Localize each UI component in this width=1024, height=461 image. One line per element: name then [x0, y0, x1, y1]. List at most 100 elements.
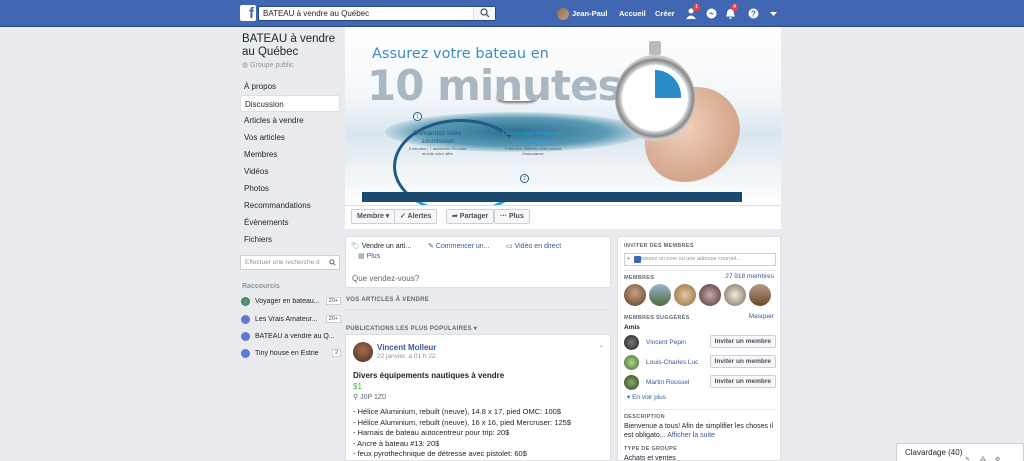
svg-text:?: ? [751, 10, 756, 19]
location-pin-icon: ⚲ [353, 394, 359, 401]
live-video-label: Vidéo en direct [514, 243, 562, 250]
invite-member-input[interactable]: + Saisissez un nom ou une adresse courri… [624, 253, 776, 266]
nav-about[interactable]: À propos [240, 78, 340, 95]
suggested-member: Vincent Pepin Inviter un membre [624, 335, 776, 352]
alerts-button[interactable]: ✓ Alertes [394, 209, 438, 224]
post-composer: 🏷 Vendre un arti... ✎ Commencer un... ▭ … [345, 236, 611, 288]
globe-icon: ◍ [242, 62, 249, 69]
avatar[interactable] [353, 342, 373, 362]
nav-videos[interactable]: Vidéos [240, 163, 340, 180]
step-one: Demandez votre soumission 5 minutes | 7 … [405, 130, 470, 156]
group-cover-photo[interactable]: Assurez votre bateau en 10 minutes 1 2 D… [345, 27, 781, 205]
description-heading: DESCRIPTION [624, 414, 665, 420]
shortcut-label: Les Vrais Amateur... [255, 316, 318, 323]
create-link[interactable]: Créer [655, 9, 675, 18]
facebook-logo-icon[interactable]: f [240, 5, 256, 21]
avatar[interactable] [624, 375, 639, 390]
stopwatch-crown [649, 41, 661, 55]
compose-icon[interactable]: ✎ [965, 456, 971, 461]
group-description: Bienvenue a tous! Afin de simplifier les… [624, 422, 776, 440]
sell-item-label: Vendre un arti... [361, 243, 412, 250]
group-type-label: Groupe public [250, 62, 294, 69]
post-author[interactable]: Vincent Molleur [377, 343, 436, 352]
search-input[interactable]: BATEAU à vendre au Québec [263, 9, 369, 18]
contacts-icon[interactable] [634, 256, 641, 263]
nav-files[interactable]: Fichiers [240, 231, 340, 248]
search-button[interactable] [473, 7, 495, 20]
share-button[interactable]: ➦ Partager [446, 209, 495, 224]
nav-discussion[interactable]: Discussion [240, 95, 340, 112]
invite-member-button[interactable]: Inviter un membre [709, 355, 776, 368]
stopwatch-image [615, 41, 695, 141]
post-line: - feux pyrothechnique de détresse avec p… [353, 449, 527, 458]
shortcut-item[interactable]: Voyager en bateau... 20+ [241, 296, 341, 310]
nav-recommendations[interactable]: Recommandations [240, 197, 340, 214]
chat-bar[interactable]: Clavardage (40) ✎ ⁂ ⚙ [896, 443, 1024, 461]
notifications-badge: 4 [731, 4, 738, 11]
member-avatar[interactable] [624, 284, 646, 306]
shortcuts-heading: Raccourcis [242, 283, 280, 290]
group-icon [241, 332, 250, 341]
home-link[interactable]: Accueil [619, 9, 646, 18]
avatar[interactable] [624, 335, 639, 350]
suggested-member-name[interactable]: Louis-Charles Luc [646, 359, 698, 366]
step-two-title: Demandez l'émission du contrat [502, 130, 564, 145]
shortcut-count: 20+ [325, 315, 341, 323]
nav-photos[interactable]: Photos [240, 180, 340, 197]
group-chat-icon[interactable]: ⁂ [980, 456, 986, 461]
show-more-link[interactable]: Afficher la suite [667, 432, 715, 439]
group-icon [241, 349, 250, 358]
see-more-label: En voir plus [632, 394, 667, 401]
members-count[interactable]: 27 918 membres [725, 273, 774, 280]
more-options-label: Plus [366, 253, 381, 260]
chevron-down-icon: ▾ [627, 394, 631, 401]
member-avatar[interactable] [724, 284, 746, 306]
see-more-link[interactable]: ▾ En voir plus [627, 393, 666, 401]
popular-posts-heading[interactable]: PUBLICATIONS LES PLUS POPULAIRES ▾ [346, 325, 477, 332]
post-line: - Harnais de bateau autocentreur pour tr… [353, 428, 510, 437]
suggested-member-name[interactable]: Martin Roussel [646, 379, 689, 386]
profile-link[interactable]: Jean-Paul [557, 0, 607, 27]
start-discussion-option[interactable]: ✎ Commencer un... [428, 242, 490, 250]
group-type-value: Achats et ventes [624, 455, 676, 461]
sell-item-option[interactable]: 🏷 Vendre un arti... [351, 242, 411, 250]
gear-icon[interactable]: ⚙ [995, 456, 1001, 461]
more-button[interactable]: ··· Plus [494, 209, 530, 224]
nav-items-for-sale[interactable]: Articles à vendre [240, 112, 340, 129]
pencil-icon: ✎ [428, 243, 434, 250]
hide-suggestions-link[interactable]: Masquer [749, 313, 774, 320]
chevron-down-icon[interactable]: ⌄ [598, 341, 604, 349]
your-items-heading[interactable]: VOS ARTICLES À VENDRE [346, 297, 429, 303]
nav-members[interactable]: Membres [240, 146, 340, 163]
shortcut-item[interactable]: BATEAU à vendre au Q... [241, 331, 341, 345]
shortcut-item[interactable]: Tiny house en Estrie 2 [241, 348, 341, 362]
group-title[interactable]: BATEAU à vendre au Québec [240, 33, 340, 59]
post-line: - Ancre à bateau #13: 20$ [353, 438, 440, 448]
more-options[interactable]: ▦ Plus [358, 252, 380, 260]
member-avatar[interactable] [649, 284, 671, 306]
cover-big-text: 10 minutes [367, 61, 623, 110]
member-avatar[interactable] [749, 284, 771, 306]
chevron-down-icon[interactable] [768, 8, 779, 19]
post-date[interactable]: 22 janvier, à 01 h 22 [377, 353, 436, 360]
avatar[interactable] [624, 355, 639, 370]
tag-icon: 🏷 [351, 243, 360, 250]
nav-your-items[interactable]: Vos articles [240, 129, 340, 146]
divider [624, 409, 776, 410]
live-video-option[interactable]: ▭ Vidéo en direct [506, 242, 561, 250]
messenger-icon[interactable] [706, 8, 717, 19]
member-button[interactable]: Membre ▾ [351, 209, 396, 224]
help-icon[interactable]: ? [748, 8, 759, 19]
search-bar[interactable]: BATEAU à vendre au Québec [258, 6, 496, 21]
member-avatar[interactable] [699, 284, 721, 306]
search-icon [480, 8, 490, 18]
suggested-member-name[interactable]: Vincent Pepin [646, 339, 686, 346]
shortcut-item[interactable]: Les Vrais Amateur... 20+ [241, 314, 341, 328]
group-search-input[interactable]: Effectuer une recherche d [240, 255, 340, 270]
invite-member-button[interactable]: Inviter un membre [709, 335, 776, 348]
member-avatar[interactable] [674, 284, 696, 306]
composer-input[interactable]: Que vendez-vous? [352, 274, 419, 283]
group-icon [241, 297, 250, 306]
invite-member-button[interactable]: Inviter un membre [709, 375, 776, 388]
nav-events[interactable]: Évènements [240, 214, 340, 231]
